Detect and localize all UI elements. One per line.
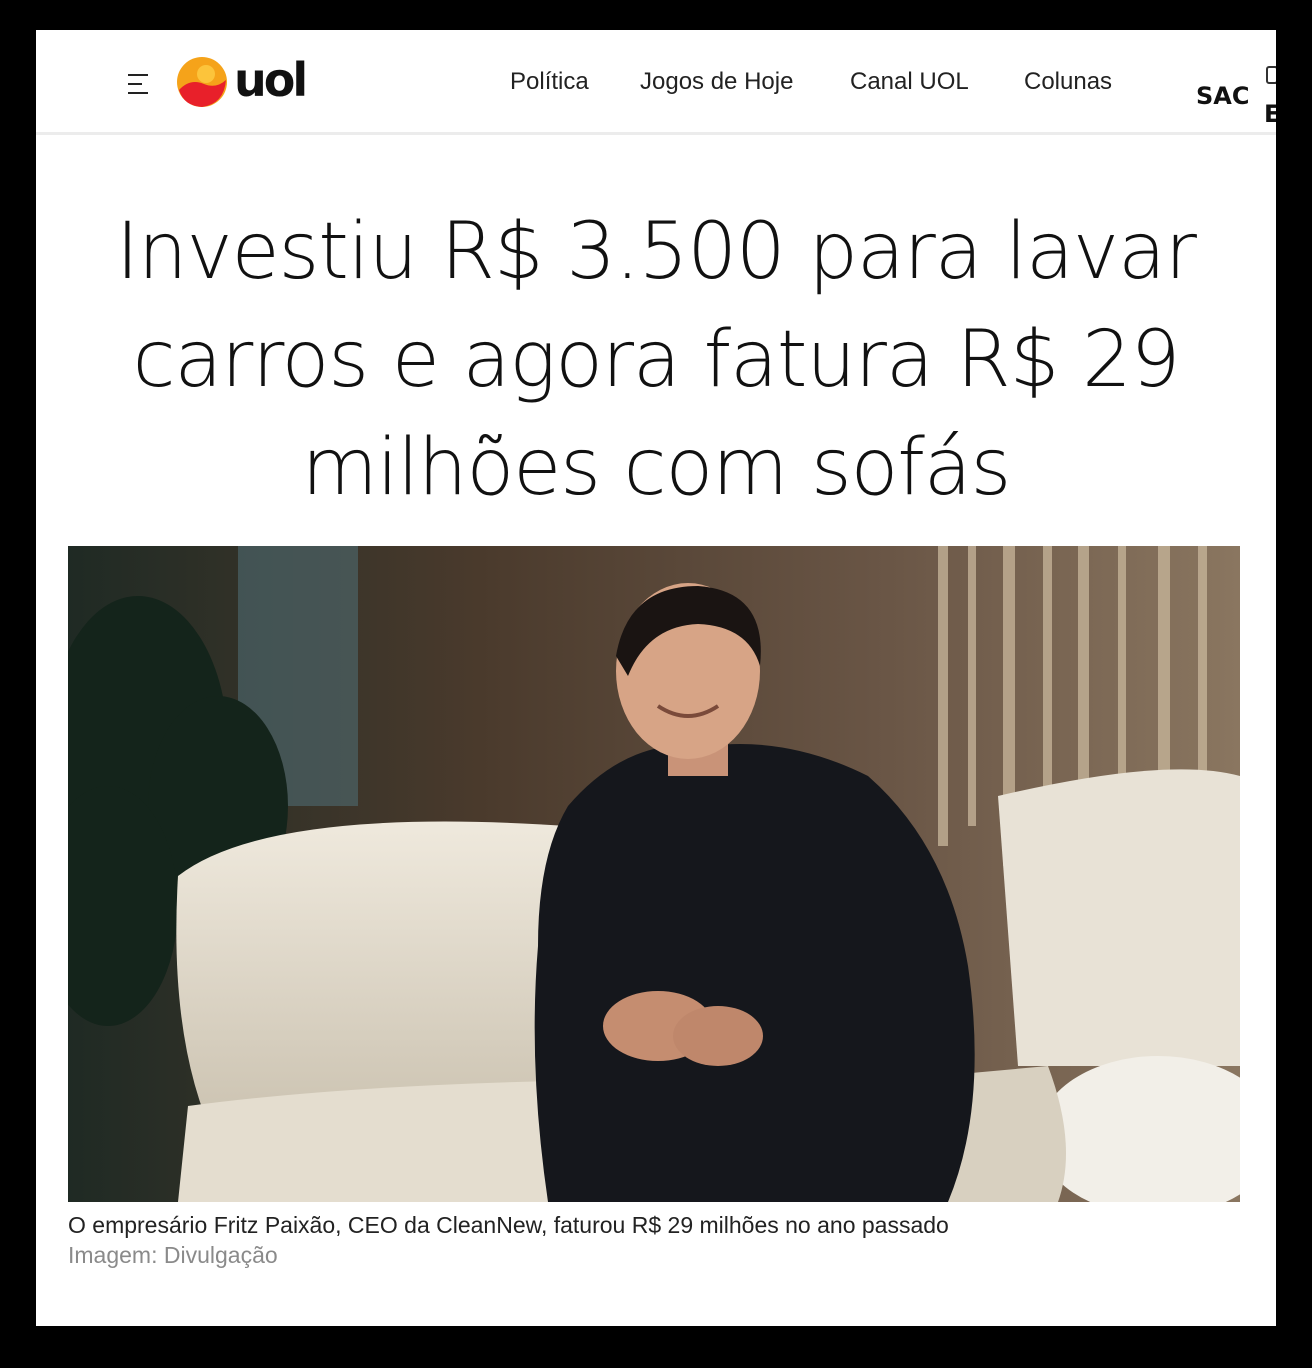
article-photo (68, 546, 1240, 1202)
nav-item-canal-uol[interactable]: Canal UOL (850, 68, 969, 96)
uol-logo-icon (177, 57, 227, 107)
cut-off-letter: E (1264, 100, 1276, 128)
article-headline: Investiu R$ 3.500 para lavar carros e ag… (116, 207, 1197, 513)
nav-item-jogos-de-hoje[interactable]: Jogos de Hoje (640, 68, 793, 96)
nav-item-colunas[interactable]: Colunas (1024, 68, 1112, 96)
logo-text: uol (234, 53, 308, 107)
uol-logo[interactable]: uol (176, 52, 326, 112)
cut-off-icon (1266, 66, 1276, 84)
photo-illustration (68, 546, 1240, 1202)
photo-caption: O empresário Fritz Paixão, CEO da CleanN… (68, 1212, 949, 1238)
top-bar: uol Política Jogos de Hoje Canal UOL Col… (36, 30, 1276, 135)
photo-credit: Imagem: Divulgação (68, 1242, 278, 1268)
menu-icon[interactable] (128, 74, 154, 96)
sac-link[interactable]: SAC (1196, 82, 1249, 110)
page: uol Política Jogos de Hoje Canal UOL Col… (36, 30, 1276, 1326)
nav-item-politica[interactable]: Política (510, 68, 589, 96)
